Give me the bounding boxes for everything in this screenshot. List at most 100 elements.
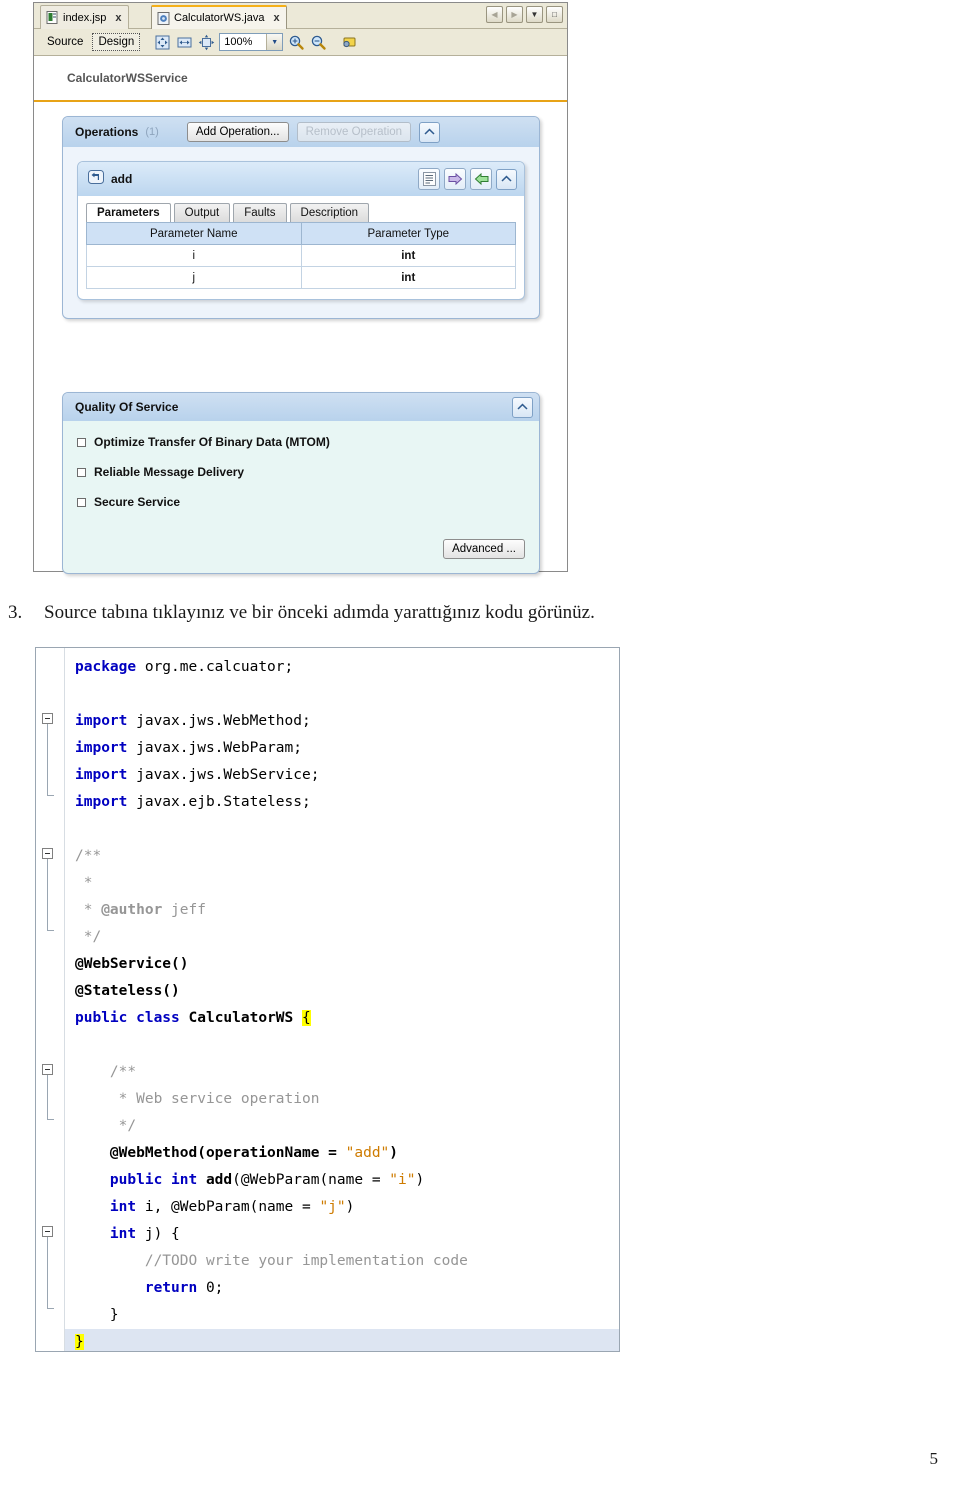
code-token: javax.jws.WebService; (136, 767, 320, 783)
code-token: javax.ejb.Stateless; (136, 794, 311, 810)
code-token: @WebMethod(operationName = (75, 1145, 346, 1161)
description-icon[interactable] (418, 168, 440, 190)
code-line: import javax.jws.WebParam; (65, 735, 619, 762)
java-file-icon (157, 11, 170, 25)
code-token: javax.jws.WebParam; (136, 740, 302, 756)
add-fault-icon[interactable] (470, 168, 492, 190)
scroll-left-button[interactable]: ◀ (486, 6, 503, 23)
add-parameter-icon[interactable] (444, 168, 466, 190)
code-token: "j" (319, 1199, 346, 1215)
fold-toggle-imports[interactable] (42, 713, 53, 724)
tab-list-button[interactable]: ▼ (526, 6, 543, 23)
table-row[interactable]: j int (86, 266, 516, 289)
tab-window-controls: ◀ ▶ ▼ □ (486, 6, 563, 23)
operations-panel-header: Operations (1) Add Operation... Remove O… (63, 117, 539, 147)
remove-operation-button[interactable]: Remove Operation (296, 122, 412, 142)
actual-size-icon[interactable] (197, 33, 215, 51)
zoom-out-icon[interactable] (309, 33, 327, 51)
table-header-row: Parameter Name Parameter Type (86, 222, 516, 245)
code-token: */ (75, 929, 102, 945)
code-line: /** (65, 843, 619, 870)
tab-parameters[interactable]: Parameters (86, 203, 171, 222)
operations-panel-body: add Parameters Output Faults Description… (63, 147, 539, 318)
code-token: public class (75, 1010, 189, 1026)
code-line: */ (65, 924, 619, 951)
advanced-button[interactable]: Advanced ... (443, 539, 525, 559)
design-toolbar: Source Design 100% ▼ (34, 29, 567, 56)
code-token: } (75, 1307, 119, 1323)
checkbox-row-mtom[interactable]: Optimize Transfer Of Binary Data (MTOM) (77, 435, 525, 449)
collapse-qos-icon[interactable] (512, 396, 533, 418)
checkbox-row-secure-service[interactable]: Secure Service (77, 495, 525, 509)
code-token: import (75, 740, 137, 756)
qos-panel-body: Optimize Transfer Of Binary Data (MTOM) … (63, 421, 539, 535)
code-editor-text[interactable]: package org.me.calcuator; import javax.j… (65, 648, 619, 1351)
checkbox-row-reliable-message-delivery[interactable]: Reliable Message Delivery (77, 465, 525, 479)
scroll-right-button[interactable]: ▶ (506, 6, 523, 23)
code-line: import javax.jws.WebMethod; (65, 708, 619, 735)
code-token: ) (345, 1199, 355, 1215)
service-name-label: CalculatorWSService (67, 71, 188, 85)
collapse-operation-icon[interactable] (496, 168, 517, 190)
code-line: public int add(@WebParam(name = "i") (65, 1167, 619, 1194)
checkbox-label-mtom: Optimize Transfer Of Binary Data (MTOM) (94, 435, 330, 449)
code-token: @author (101, 902, 163, 918)
code-line: } (65, 1329, 619, 1351)
cell-parameter-name: i (86, 244, 302, 267)
zoom-level-select[interactable]: 100% ▼ (219, 33, 284, 51)
source-code-screenshot: package org.me.calcuator; import javax.j… (35, 647, 620, 1352)
fold-toggle-method-javadoc[interactable] (42, 1064, 53, 1075)
close-icon[interactable]: x (115, 12, 121, 24)
code-token: * Web service operation (75, 1091, 320, 1107)
code-line: /** (65, 1059, 619, 1086)
fold-line-method-javadoc (47, 1075, 48, 1119)
table-row[interactable]: i int (86, 244, 516, 267)
editor-tab-index-jsp[interactable]: index.jsp x (40, 5, 129, 29)
code-token: import (75, 713, 137, 729)
checkbox-reliable-message-delivery[interactable] (77, 467, 86, 477)
maximize-button[interactable]: □ (546, 6, 563, 23)
fold-toggle-method-body[interactable] (42, 1226, 53, 1237)
code-line: } (65, 1302, 619, 1329)
operation-name: add (111, 172, 133, 186)
fold-foot-method-body (47, 1308, 54, 1309)
tab-output[interactable]: Output (173, 203, 231, 222)
fold-foot-imports (47, 795, 54, 796)
editor-tab-label: index.jsp (63, 11, 107, 24)
fit-to-window-icon[interactable] (153, 33, 171, 51)
operation-tabs: Parameters Output Faults Description (78, 196, 524, 222)
add-operation-button[interactable]: Add Operation... (186, 122, 289, 142)
collapse-operations-icon[interactable] (419, 121, 441, 143)
operation-header[interactable]: add (78, 162, 524, 196)
service-name-header: CalculatorWSService (34, 56, 567, 102)
checkbox-mtom[interactable] (77, 437, 86, 447)
tab-design[interactable]: Design (92, 33, 141, 51)
jsp-file-icon (46, 11, 59, 24)
code-token: } (75, 1334, 84, 1350)
code-token: /** (75, 848, 102, 864)
tab-source[interactable]: Source (42, 34, 88, 50)
preferences-icon[interactable] (340, 33, 358, 51)
page-number: 5 (929, 1449, 939, 1468)
fit-width-icon[interactable] (175, 33, 193, 51)
code-token: int (75, 1199, 145, 1215)
code-token: add (205, 1172, 233, 1188)
code-token: "add" (345, 1145, 390, 1161)
code-line: //TODO write your implementation code (65, 1248, 619, 1275)
tab-description[interactable]: Description (289, 203, 370, 222)
tab-faults[interactable]: Faults (233, 203, 287, 222)
chevron-down-icon[interactable]: ▼ (266, 34, 283, 50)
code-token: 0; (205, 1280, 224, 1296)
fold-toggle-class-javadoc[interactable] (42, 848, 53, 859)
zoom-in-icon[interactable] (287, 33, 305, 51)
editor-tab-calculatorws-java[interactable]: CalculatorWS.java x (151, 5, 287, 29)
checkbox-label-secure-service: Secure Service (94, 495, 181, 509)
close-icon[interactable]: x (273, 12, 279, 24)
code-token: //TODO write your implementation code (75, 1253, 468, 1269)
operations-count: (1) (145, 126, 159, 138)
checkbox-secure-service[interactable] (77, 497, 86, 507)
netbeans-design-screenshot: index.jsp x CalculatorWS.java x ◀ ▶ ▼ □ … (33, 2, 568, 574)
fold-line-class-javadoc (47, 859, 48, 930)
